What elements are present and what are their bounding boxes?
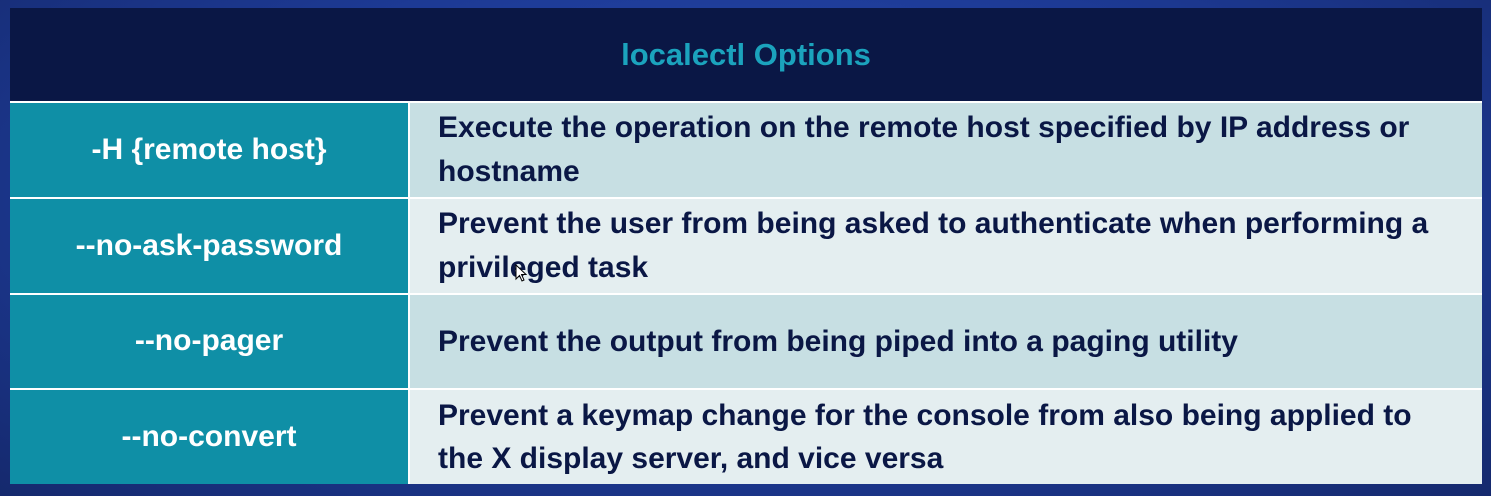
- table-header: localectl Options: [10, 8, 1482, 103]
- table-row: -H {remote host} Execute the operation o…: [10, 103, 1482, 199]
- table-row: --no-ask-password Prevent the user from …: [10, 198, 1482, 295]
- description-cell: Prevent the output from being piped into…: [410, 294, 1482, 389]
- mouse-pointer-icon: [515, 264, 527, 282]
- option-cell: -H {remote host}: [10, 103, 410, 197]
- description-cell: Prevent a keymap change for the console …: [410, 390, 1482, 484]
- options-table: localectl Options -H {remote host} Execu…: [10, 8, 1482, 484]
- option-cell: --no-pager: [10, 294, 410, 389]
- description-cell: Prevent the user from being asked to aut…: [410, 198, 1482, 293]
- table-row: --no-convert Prevent a keymap change for…: [10, 390, 1482, 484]
- option-cell: --no-ask-password: [10, 198, 410, 293]
- table-title: localectl Options: [621, 36, 871, 72]
- option-cell: --no-convert: [10, 390, 410, 484]
- table-row: --no-pager Prevent the output from being…: [10, 294, 1482, 391]
- description-cell: Execute the operation on the remote host…: [410, 103, 1482, 197]
- table-body: -H {remote host} Execute the operation o…: [10, 103, 1482, 484]
